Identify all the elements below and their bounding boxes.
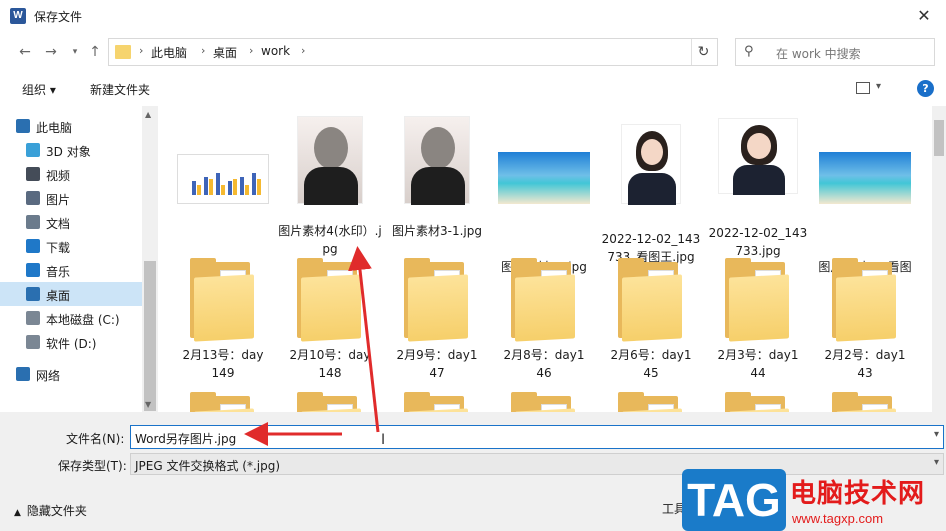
text-cursor-icon: I xyxy=(381,432,385,448)
annotation-arrow-up xyxy=(348,246,380,433)
annotation-arrows: I xyxy=(244,246,385,448)
